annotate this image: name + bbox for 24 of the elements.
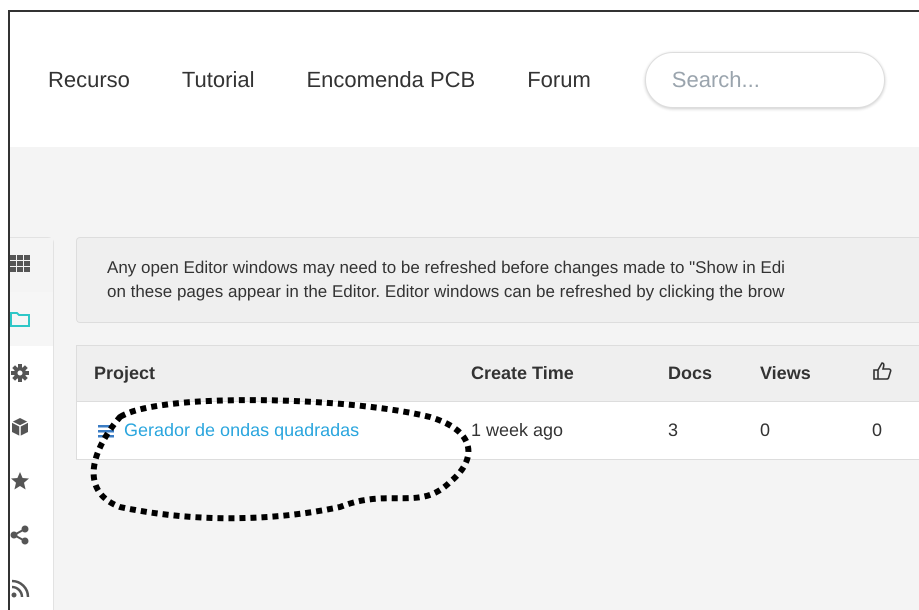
table-cell: 3 bbox=[668, 420, 678, 440]
search-field[interactable]: Search... bbox=[644, 52, 885, 108]
table-cell: 0 bbox=[760, 420, 770, 440]
notice-text: Any open Editor windows may need to be refreshed before changes made to "Show in Edi bbox=[107, 258, 786, 278]
cube-icon bbox=[10, 417, 30, 437]
notice-text: on these pages appear in the Editor. Editor windows can be refreshed by clicking the brow bbox=[107, 282, 786, 302]
grid-icon bbox=[10, 255, 30, 275]
column-header: Docs bbox=[668, 363, 712, 383]
thumbs-up-icon bbox=[872, 361, 892, 381]
folder-icon bbox=[10, 309, 30, 329]
nav-link[interactable]: Tutorial bbox=[182, 66, 254, 92]
column-header: Project bbox=[94, 363, 156, 383]
nav-link[interactable]: Recurso bbox=[48, 66, 130, 92]
nav-link[interactable]: Encomenda PCB bbox=[306, 66, 476, 92]
table-cell: 1 week ago bbox=[471, 420, 564, 440]
column-header: Create Time bbox=[471, 363, 574, 383]
column-header: Views bbox=[760, 363, 811, 383]
table-cell: 0 bbox=[872, 420, 882, 440]
share-icon bbox=[10, 525, 30, 545]
rss-icon bbox=[10, 579, 30, 599]
nav-link[interactable]: Forum bbox=[527, 66, 591, 92]
sidebar-item[interactable] bbox=[10, 238, 53, 292]
star-icon bbox=[10, 471, 30, 491]
list-icon bbox=[98, 424, 114, 438]
